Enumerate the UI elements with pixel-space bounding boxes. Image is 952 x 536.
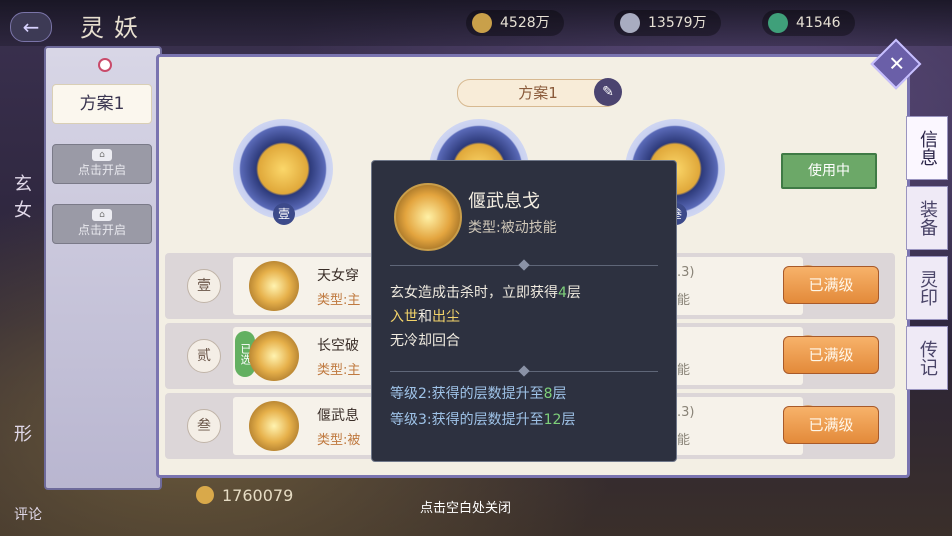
skill-name: 天女穿 [317, 268, 359, 284]
skill-detail-a: .3) [677, 265, 695, 280]
gold-value: 1760079 [222, 486, 294, 505]
lvl2-pre: 等级2:获得的层数提升至 [390, 386, 544, 402]
lock-icon: ⌂ [92, 149, 112, 161]
lvl2-post: 层 [552, 386, 567, 402]
skill-icon [394, 183, 462, 251]
silver-value: 13579万 [648, 15, 707, 31]
skill-icon [249, 331, 299, 381]
skill-tooltip: 偃武息戈 类型:被动技能 玄女造成击杀时，立即获得4层 入世和出尘 无冷却回合 … [371, 160, 677, 462]
plan-header: 方案1 ✎ [457, 78, 622, 107]
slot-1-label: 壹 [273, 203, 295, 225]
copper-resource[interactable]: 4528万 [466, 10, 564, 36]
plan-2-label: 点击开启 [77, 163, 126, 177]
row-number: 壹 [187, 269, 221, 303]
form-label: 形 [14, 424, 32, 445]
pin-icon [98, 58, 112, 72]
skill-detail-b: 能 [677, 293, 691, 308]
gold-icon [196, 486, 214, 504]
skill-name: 偃武息 [317, 408, 359, 424]
page-title: 灵妖 [80, 14, 148, 42]
max-level-button[interactable]: 已满级 [783, 406, 879, 444]
max-level-button[interactable]: 已满级 [783, 336, 879, 374]
tab-seal[interactable]: 灵印 [906, 256, 948, 320]
skill-name: 长空破 [317, 338, 359, 354]
copper-coin-icon [472, 13, 492, 33]
top-bar: ← 灵妖 4528万 13579万 41546 [0, 0, 952, 46]
keyword-2: 出尘 [432, 309, 460, 325]
keyword-1: 入世 [390, 309, 418, 325]
row-number: 叁 [187, 409, 221, 443]
lvl3-num: 12 [543, 412, 562, 428]
level-3-text: 等级3:获得的层数提升至12层 [390, 409, 575, 429]
tab-biography[interactable]: 传记 [906, 326, 948, 390]
skill-icon [249, 401, 299, 451]
plan-1-button[interactable]: 方案1 [52, 84, 152, 124]
comment-label[interactable]: 评论 [14, 504, 42, 524]
plan-header-label: 方案1 [518, 84, 558, 102]
silver-resource[interactable]: 13579万 [614, 10, 721, 36]
tab-info[interactable]: 信息 [906, 116, 948, 180]
gold-resource: 1760079 [196, 486, 293, 505]
back-button[interactable]: ← [10, 12, 52, 42]
lvl3-post: 层 [561, 412, 576, 428]
divider [390, 265, 658, 266]
plan-2-locked-button[interactable]: ⌂ 点击开启 [52, 144, 152, 184]
char-name-b: 女 [14, 200, 32, 221]
skill-type: 类型:被 [317, 433, 361, 448]
char-name-a: 玄 [14, 174, 32, 195]
jade-resource[interactable]: 41546 [762, 10, 855, 36]
skill-icon [249, 261, 299, 311]
back-arrow-icon: ← [22, 15, 40, 39]
max-level-button[interactable]: 已满级 [783, 266, 879, 304]
skill-type: 类型:主 [317, 293, 361, 308]
row-number: 贰 [187, 339, 221, 373]
skill-detail-b: 能 [677, 433, 691, 448]
desc-and: 和 [418, 309, 432, 325]
desc-text: 玄女造成击杀时，立即获得 [390, 285, 558, 301]
lvl3-pre: 等级3:获得的层数提升至 [390, 412, 544, 428]
level-2-text: 等级2:获得的层数提升至8层 [390, 383, 567, 403]
skill-detail-b: 能 [677, 363, 691, 378]
tab-equipment[interactable]: 装备 [906, 186, 948, 250]
tooltip-skill-name: 偃武息戈 [468, 191, 540, 212]
divider [390, 371, 658, 372]
desc-cooldown: 无冷却回合 [390, 333, 460, 349]
plan-sidebar: 方案1 ⌂ 点击开启 ⌂ 点击开启 [44, 46, 162, 490]
plan-3-locked-button[interactable]: ⌂ 点击开启 [52, 204, 152, 244]
lvl2-num: 8 [543, 386, 553, 402]
skill-slot-1[interactable]: 壹 [233, 119, 333, 225]
in-use-badge: 使用中 [781, 153, 877, 189]
skill-type: 类型:主 [317, 363, 361, 378]
skill-detail-a: .3) [677, 405, 695, 420]
silver-feather-icon [620, 13, 640, 33]
close-icon: ✕ [888, 51, 906, 76]
tooltip-description: 玄女造成击杀时，立即获得4层 入世和出尘 无冷却回合 [390, 281, 660, 353]
jade-value: 41546 [796, 15, 841, 31]
tooltip-skill-type: 类型:被动技能 [468, 220, 557, 236]
plan-3-label: 点击开启 [77, 223, 126, 237]
jade-icon [768, 13, 788, 33]
copper-value: 4528万 [500, 15, 550, 31]
desc-unit: 层 [566, 285, 581, 301]
close-hint[interactable]: 点击空白处关闭 [420, 497, 511, 516]
lock-icon: ⌂ [92, 209, 112, 221]
edit-icon[interactable]: ✎ [594, 78, 622, 106]
desc-count: 4 [558, 285, 567, 301]
